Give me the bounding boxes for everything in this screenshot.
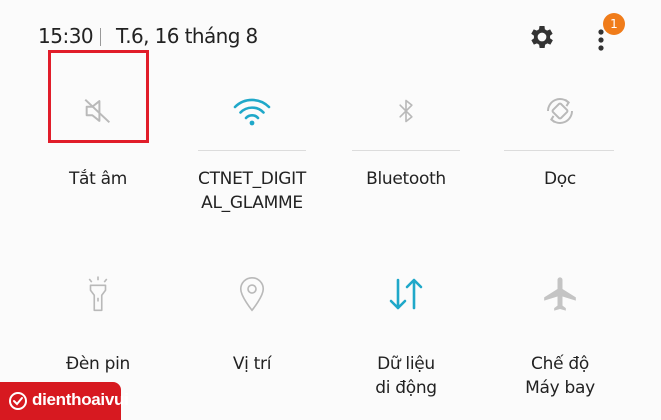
rotate-icon (547, 98, 573, 124)
tile-label: Dọc (544, 169, 576, 189)
wifi-icon (233, 98, 271, 126)
tile-label: Bluetooth (366, 169, 446, 189)
highlight-box (48, 50, 149, 143)
gear-icon[interactable] (527, 22, 557, 52)
tile-label: Chế độ Máy bay (525, 354, 595, 398)
brand-logo-icon (9, 392, 27, 410)
bluetooth-icon (399, 99, 413, 123)
flashlight-icon (88, 276, 108, 312)
watermark-logo: dienthoaivui (0, 382, 129, 420)
status-time: 15:30 (38, 24, 94, 48)
status-date: T.6, 16 tháng 8 (116, 24, 258, 48)
watermark-text: dienthoaivui (32, 390, 129, 409)
divider (198, 150, 306, 151)
divider (352, 150, 460, 151)
airplane-icon (544, 277, 576, 311)
tile-mobile-data[interactable]: Dữ liệu di động (331, 255, 481, 415)
tile-label: CTNET_DIGIT AL_GLAMME (198, 169, 306, 213)
tile-label: Đèn pin (66, 354, 130, 374)
tile-airplane[interactable]: Chế độ Máy bay (485, 255, 635, 415)
divider (504, 150, 614, 151)
location-icon (239, 277, 265, 312)
tile-location[interactable]: Vị trí (177, 255, 327, 415)
tile-label: Tắt âm (68, 169, 128, 189)
notification-badge: 1 (603, 13, 625, 35)
tile-label: Vị trí (232, 354, 272, 374)
status-separator (100, 28, 101, 46)
tile-label: Dữ liệu di động (375, 354, 437, 398)
mobile-data-icon (389, 278, 423, 310)
